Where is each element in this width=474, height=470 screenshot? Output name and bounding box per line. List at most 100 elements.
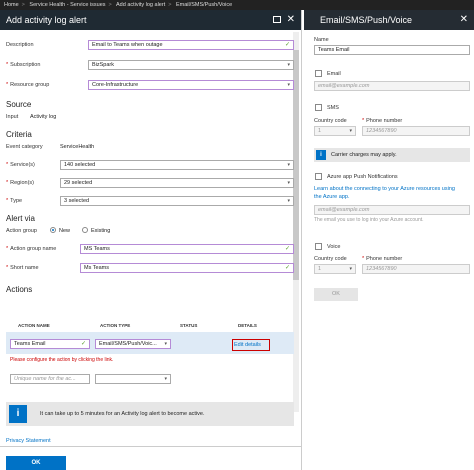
type-select[interactable]: 3 selected ▾ — [60, 196, 294, 206]
breadcrumb-home[interactable]: Home — [4, 2, 19, 8]
privacy-statement-link[interactable]: Privacy Statement — [6, 438, 51, 444]
phone-number-label: Phone number — [366, 118, 403, 124]
type-label-wrap: * Type — [6, 198, 22, 204]
breadcrumb-service-health[interactable]: Service Health - Service issues — [29, 2, 105, 8]
push-hint-text: The email you use to log into your Azure… — [314, 217, 424, 223]
services-value: 140 selected — [64, 162, 96, 168]
regions-label: Region(s) — [10, 180, 34, 186]
services-select[interactable]: 140 selected ▾ — [60, 160, 294, 170]
sms-checkbox[interactable] — [315, 104, 322, 111]
action-group-name-label-wrap: * Action group name — [6, 246, 56, 252]
blade-header: Add activity log alert ✕ — [0, 10, 301, 30]
new-action-name-placeholder: Unique name for the ac... — [14, 376, 76, 382]
required-asterisk: * — [362, 118, 365, 124]
phone-number-label-wrap: * Phone number — [362, 118, 402, 124]
email-checkbox[interactable] — [315, 70, 322, 77]
country-code-label: Country code — [314, 118, 347, 124]
country-code-select[interactable]: 1 ▾ — [314, 126, 356, 136]
voice-phone-placeholder: 1234567890 — [366, 266, 397, 272]
maximize-icon[interactable] — [273, 16, 281, 23]
subscription-select[interactable]: BizSpark ▾ — [88, 60, 294, 70]
blade-header: Email/SMS/Push/Voice ✕ — [304, 10, 474, 30]
chevron-down-icon: ▾ — [287, 162, 290, 168]
carrier-info-banner: i Carrier charges may apply. — [314, 148, 470, 162]
phone-number-input[interactable]: 1234567890 — [362, 126, 470, 136]
check-icon: ✓ — [284, 265, 290, 271]
input-value: Activity log — [30, 114, 57, 120]
new-action-name-input[interactable]: Unique name for the ac... — [10, 374, 90, 384]
chevron-down-icon: ▾ — [349, 128, 352, 134]
email-input[interactable]: email@example.com — [314, 81, 470, 91]
breadcrumb-current: Email/SMS/Push/Voice — [175, 2, 233, 8]
short-name-value: Ms Teams — [84, 265, 109, 271]
short-name-input[interactable]: Ms Teams ✓ — [80, 263, 294, 273]
chevron-down-icon: ▾ — [349, 266, 352, 272]
description-label: Description — [6, 42, 34, 48]
column-header-details: DETAILS — [238, 323, 257, 328]
row-action-name-input[interactable]: Teams Email ✓ — [10, 339, 90, 349]
divider — [0, 446, 302, 447]
email-sms-push-voice-blade: Email/SMS/Push/Voice ✕ — [304, 10, 474, 470]
voice-country-code-label: Country code — [314, 256, 347, 262]
source-heading: Source — [6, 100, 32, 109]
close-icon[interactable]: ✕ — [287, 10, 295, 30]
subscription-value: BizSpark — [92, 62, 115, 68]
breadcrumb-separator: > — [168, 2, 172, 8]
row-action-name-value: Teams Email — [14, 341, 46, 347]
push-email-input[interactable]: email@example.com — [314, 205, 470, 215]
close-icon[interactable]: ✕ — [460, 10, 468, 30]
ok-button-disabled[interactable]: OK — [314, 288, 358, 301]
phone-placeholder: 1234567890 — [366, 128, 397, 134]
resource-group-label: Resource group — [10, 82, 50, 88]
regions-select[interactable]: 29 selected ▾ — [60, 178, 294, 188]
action-group-existing-radio[interactable] — [82, 227, 88, 233]
required-asterisk: * — [6, 162, 9, 168]
ok-button[interactable]: OK — [6, 456, 66, 470]
voice-country-code-select[interactable]: 1 ▾ — [314, 264, 356, 274]
resource-group-select[interactable]: Core-Infrastructure ▾ — [88, 80, 294, 90]
required-asterisk: * — [362, 256, 365, 262]
info-icon: i — [9, 405, 27, 423]
row-action-type-select[interactable]: Email/SMS/Push/Voic... ▾ — [95, 339, 171, 349]
column-header-action-type: ACTION TYPE — [100, 323, 131, 328]
required-asterisk: * — [6, 265, 9, 271]
action-group-name-value: MS Teams — [84, 246, 110, 252]
breadcrumb-separator: > — [108, 2, 112, 8]
name-input[interactable]: Teams Email — [314, 45, 470, 55]
action-group-new-radio[interactable] — [50, 227, 56, 233]
email-label: Email — [327, 71, 341, 77]
description-field[interactable]: Email to Teams when outage ✓ — [88, 40, 294, 50]
required-asterisk: * — [6, 82, 9, 88]
voice-checkbox[interactable] — [315, 243, 322, 250]
sms-label: SMS — [327, 105, 339, 111]
short-name-label: Short name — [10, 265, 39, 271]
check-icon: ✓ — [80, 341, 86, 347]
services-label-wrap: * Service(s) — [6, 162, 35, 168]
chevron-down-icon: ▾ — [287, 82, 290, 88]
type-value: 3 selected — [64, 198, 90, 204]
push-checkbox[interactable] — [315, 173, 322, 180]
chevron-down-icon: ▾ — [164, 341, 167, 347]
chevron-down-icon: ▾ — [287, 180, 290, 186]
azure-app-learn-link[interactable]: Learn about the connecting to your Azure… — [314, 185, 464, 201]
short-name-label-wrap: * Short name — [6, 265, 39, 271]
breadcrumb: Home > Service Health - Service issues > A… — [0, 0, 474, 10]
column-header-action-name: ACTION NAME — [18, 323, 50, 328]
blade-title: Email/SMS/Push/Voice — [320, 15, 413, 25]
action-group-name-label: Action group name — [10, 246, 57, 252]
new-action-type-select[interactable]: ▾ — [95, 374, 171, 384]
action-group-name-input[interactable]: MS Teams ✓ — [80, 244, 294, 254]
required-asterisk: * — [6, 62, 9, 68]
column-header-status: STATUS — [180, 323, 198, 328]
voice-phone-label: Phone number — [366, 256, 403, 262]
voice-country-value: 1 — [318, 266, 322, 272]
chevron-down-icon: ▾ — [287, 62, 290, 68]
subscription-label-wrap: * Subscription — [6, 62, 40, 68]
voice-phone-input[interactable]: 1234567890 — [362, 264, 470, 274]
actions-heading: Actions — [6, 285, 33, 294]
edit-details-link[interactable]: Edit details — [232, 339, 270, 351]
alert-via-heading: Alert via — [6, 214, 35, 223]
email-placeholder: email@example.com — [318, 83, 370, 89]
breadcrumb-add-alert[interactable]: Add activity log alert — [116, 2, 165, 8]
chevron-down-icon: ▾ — [164, 376, 167, 382]
